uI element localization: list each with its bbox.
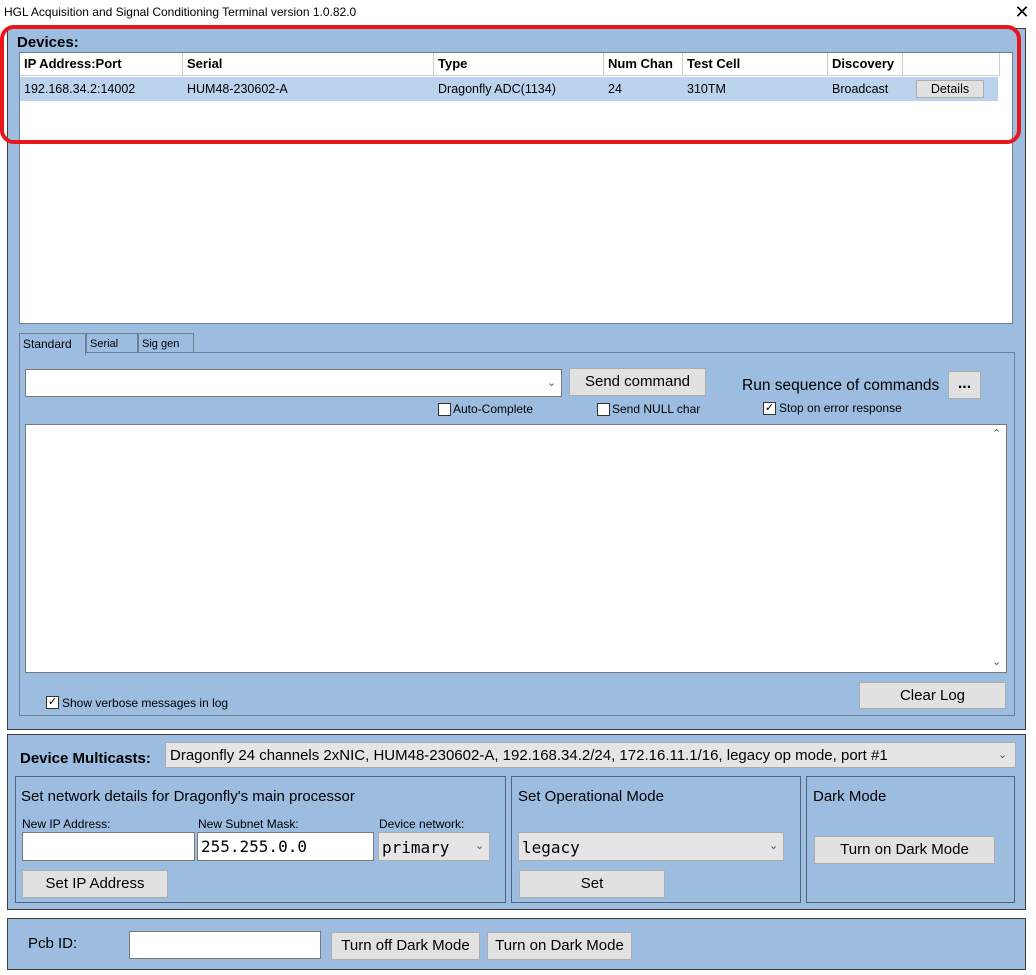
chevron-down-icon[interactable]: ⌄ xyxy=(475,839,484,852)
window-title: HGL Acquisition and Signal Conditioning … xyxy=(4,5,357,19)
device-network-dropdown[interactable]: primary ⌄ xyxy=(378,832,490,861)
ip-input[interactable] xyxy=(22,832,195,861)
scroll-up-icon[interactable]: ⌃ xyxy=(992,427,1001,440)
dark-mode-title: Dark Mode xyxy=(813,788,887,805)
chevron-down-icon[interactable]: ⌄ xyxy=(998,748,1007,761)
tab-page-standard: ⌄ Send command Run sequence of commands … xyxy=(19,352,1015,716)
command-combobox[interactable]: ⌄ xyxy=(25,369,562,397)
run-sequence-label: Run sequence of commands xyxy=(742,377,940,394)
multicasts-label: Device Multicasts: xyxy=(20,750,151,767)
tab-sig-gen[interactable]: Sig gen xyxy=(138,333,194,353)
ip-label: New IP Address: xyxy=(22,817,111,831)
network-group: Set network details for Dragonfly's main… xyxy=(15,776,506,903)
stop-on-error-checkbox[interactable]: ✓ xyxy=(763,402,776,415)
footer-panel: Pcb ID: Turn off Dark Mode Turn on Dark … xyxy=(7,918,1026,970)
tab-standard[interactable]: Standard xyxy=(19,333,86,355)
chevron-down-icon[interactable]: ⌄ xyxy=(769,839,778,852)
stop-on-error-label: Stop on error response xyxy=(779,401,902,415)
tab-serial[interactable]: Serial xyxy=(86,333,138,353)
network-title: Set network details for Dragonfly's main… xyxy=(21,788,355,805)
scroll-down-icon[interactable]: ⌄ xyxy=(992,655,1001,668)
device-network-value: primary xyxy=(382,838,450,857)
log-textarea[interactable]: ⌃ ⌄ xyxy=(25,424,1007,673)
multicasts-dropdown[interactable]: Dragonfly 24 channels 2xNIC, HUM48-23060… xyxy=(165,742,1016,768)
multicasts-panel: Device Multicasts: Dragonfly 24 channels… xyxy=(7,734,1026,910)
log-scrollbar[interactable]: ⌃ ⌄ xyxy=(988,425,1006,672)
set-ip-button[interactable]: Set IP Address xyxy=(22,870,168,898)
multicasts-selected: Dragonfly 24 channels 2xNIC, HUM48-23060… xyxy=(170,747,888,764)
turn-on-dark-mode-button[interactable]: Turn on Dark Mode xyxy=(814,836,995,864)
verbose-label: Show verbose messages in log xyxy=(62,696,229,710)
subnet-input[interactable]: 255.255.0.0 xyxy=(197,832,374,861)
subnet-value: 255.255.0.0 xyxy=(201,837,307,856)
chevron-down-icon[interactable]: ⌄ xyxy=(547,376,556,389)
send-null-label: Send NULL char xyxy=(612,402,701,416)
turn-off-dark-mode-button[interactable]: Turn off Dark Mode xyxy=(331,932,480,960)
send-null-checkbox[interactable] xyxy=(597,403,610,416)
auto-complete-checkbox[interactable] xyxy=(438,403,451,416)
footer-turn-on-dark-mode-button[interactable]: Turn on Dark Mode xyxy=(487,932,632,960)
subnet-label: New Subnet Mask: xyxy=(198,817,299,831)
send-command-button[interactable]: Send command xyxy=(569,368,706,396)
browse-sequence-button[interactable]: ... xyxy=(948,371,981,399)
device-network-label: Device network: xyxy=(379,817,465,831)
verbose-checkbox[interactable]: ✓ xyxy=(46,696,59,709)
op-mode-group: Set Operational Mode legacy ⌄ Set xyxy=(511,776,801,903)
title-bar: HGL Acquisition and Signal Conditioning … xyxy=(0,0,1036,26)
pcb-id-input[interactable] xyxy=(129,931,321,959)
dark-mode-group: Dark Mode Turn on Dark Mode xyxy=(806,776,1015,903)
pcb-id-label: Pcb ID: xyxy=(28,935,78,952)
close-icon[interactable]: ✕ xyxy=(1012,2,1032,22)
clear-log-button[interactable]: Clear Log xyxy=(859,682,1006,709)
op-mode-value: legacy xyxy=(522,838,580,857)
op-mode-dropdown[interactable]: legacy ⌄ xyxy=(518,832,784,861)
set-op-mode-button[interactable]: Set xyxy=(519,870,665,898)
highlight-annotation xyxy=(0,25,1021,144)
auto-complete-label: Auto-Complete xyxy=(453,402,534,416)
op-mode-title: Set Operational Mode xyxy=(518,788,664,805)
